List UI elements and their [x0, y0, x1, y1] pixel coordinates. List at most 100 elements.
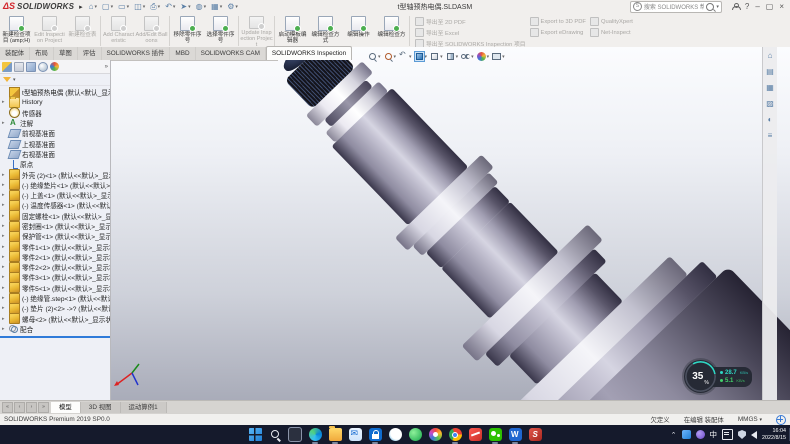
web-help-globe-icon[interactable] — [776, 415, 786, 425]
task-view-button[interactable] — [288, 428, 302, 442]
ribbon-button[interactable]: 编辑检查方式 — [309, 14, 342, 48]
zoom-area-icon[interactable]: ▾ — [384, 52, 397, 61]
graphics-area[interactable]: ▾ ▾ ▾ ▾ ▾ ▾ ▾ — [110, 47, 790, 400]
chrome-icon[interactable] — [448, 428, 462, 442]
expand-arrow-icon[interactable]: ▸ — [2, 264, 7, 270]
tray-app-blue-icon[interactable] — [682, 430, 691, 439]
export-button[interactable]: QualityXpert — [590, 17, 633, 26]
expand-arrow-icon[interactable]: ▸ — [2, 172, 7, 178]
color-wheel-app-icon[interactable] — [428, 428, 442, 442]
wechat-icon[interactable] — [488, 428, 502, 442]
scroll-prev-icon[interactable]: ‹ — [14, 402, 25, 413]
tree-item[interactable]: ▸ 密封圈<1> (默认<<默认>_显示状 — [0, 221, 110, 231]
minimize-button[interactable]: – — [755, 2, 759, 11]
display-style-icon[interactable]: ▾ — [446, 52, 459, 61]
open-file-icon[interactable]: ▭▾ — [116, 1, 131, 12]
login-user-icon[interactable] — [732, 3, 739, 10]
expand-arrow-icon[interactable]: ▸ — [2, 202, 7, 208]
tree-item[interactable]: ▸ 外壳 (2)<1> (默认<<默认>_显示状 — [0, 169, 110, 179]
expand-arrow-icon[interactable]: ▸ — [2, 182, 7, 188]
ribbon-button[interactable]: 启动模板编辑器 — [276, 14, 309, 48]
tray-expand-icon[interactable]: ⌃ — [671, 431, 677, 439]
scroll-first-icon[interactable]: « — [2, 402, 13, 413]
help-button[interactable]: ? — [745, 2, 749, 11]
expand-arrow-icon[interactable]: ▸ — [2, 254, 7, 260]
weather-cloud-icon[interactable] — [388, 428, 402, 442]
tree-item[interactable]: ▸ 零件5<1> (默认<<默认>_显示状态 — [0, 283, 110, 293]
expand-arrow-icon[interactable]: ▸ — [2, 233, 7, 239]
home-icon[interactable]: ⌂▾ — [87, 1, 99, 12]
solidworks-resources-icon[interactable]: ⌂ — [765, 51, 775, 61]
store-icon[interactable] — [368, 428, 382, 442]
view-settings-icon[interactable]: ▾ — [492, 52, 505, 61]
ribbon-button[interactable]: 编辑检查方 — [375, 14, 408, 48]
start-button[interactable] — [248, 428, 262, 442]
search-scope-icon[interactable]: S — [633, 2, 642, 11]
tree-item[interactable]: ▸ (-) 上盖<1> (默认<<默认>_显示状 — [0, 190, 110, 200]
options-icon[interactable]: ⚙▾ — [225, 1, 240, 12]
tree-item[interactable]: ▸ (-) 垫片 (2)<2> ->? (默认<<默认> — [0, 303, 110, 313]
expand-arrow-icon[interactable]: ▸ — [2, 223, 7, 229]
tree-item[interactable]: ▸ 配合 — [0, 324, 110, 334]
restore-button[interactable]: ▢ — [766, 2, 774, 11]
expand-arrow-icon[interactable]: ▸ — [2, 285, 7, 291]
search-icon[interactable] — [706, 3, 714, 11]
tree-item[interactable]: ▸ 零件3<1> (默认<<默认>_显示状 — [0, 272, 110, 282]
green-app-icon[interactable] — [408, 428, 422, 442]
menu-expand-arrow[interactable]: ▸ — [79, 3, 83, 11]
print-icon[interactable]: ⎙▾ — [148, 1, 162, 12]
tree-item[interactable]: ▸ 螺母<2> (默认<<默认>_显示状态 — [0, 314, 110, 324]
file-explorer-taskbar-icon[interactable] — [328, 428, 342, 442]
security-tray-icon[interactable] — [738, 430, 746, 439]
ime-mode-icon[interactable] — [722, 429, 733, 440]
tree-item[interactable]: ▸ 零件1<1> (默认<<默认>_显示状态 — [0, 241, 110, 251]
ribbon-tab[interactable]: SOLIDWORKS Inspection — [266, 46, 352, 60]
ribbon-button[interactable]: Add Characteristic — [102, 14, 135, 48]
ribbon-tab[interactable]: MBD — [170, 47, 195, 60]
hide-show-items-icon[interactable]: ▾ — [461, 52, 474, 61]
reader-app-icon[interactable] — [468, 428, 482, 442]
expand-arrow-icon[interactable]: ▸ — [2, 305, 7, 311]
filter-dropdown-arrow[interactable]: ▾ — [13, 77, 16, 83]
tree-item[interactable]: ▸ (-) 绝缘垫片<1> (默认<<默认>_显示 — [0, 180, 110, 190]
configuration-manager-tab-icon[interactable] — [26, 62, 36, 72]
ribbon-tab[interactable]: SOLIDWORKS 插件 — [102, 47, 171, 60]
wps-icon[interactable] — [508, 428, 522, 442]
tree-item[interactable]: ▸ 原点 — [0, 159, 110, 169]
ribbon-button[interactable]: Update Inspection Project — [240, 14, 273, 48]
rebuild-icon[interactable]: ◍▾ — [194, 1, 209, 12]
custom-properties-icon[interactable]: ≡ — [765, 131, 775, 141]
tree-item[interactable]: ▸ History — [0, 97, 110, 107]
volume-icon[interactable] — [751, 431, 757, 439]
tree-item[interactable]: ▸ 保护管<1> (默认<<默认>_显示状 — [0, 231, 110, 241]
export-button[interactable]: Net-Inspect — [590, 28, 633, 37]
tree-filter-row[interactable]: ▾ — [0, 74, 110, 86]
expand-arrow-icon[interactable]: ▸ — [2, 120, 7, 126]
tab-overflow-arrow[interactable]: » — [105, 64, 108, 70]
3d-model-assembly[interactable] — [180, 47, 790, 400]
expand-arrow-icon[interactable]: ▸ — [2, 192, 7, 198]
scroll-last-icon[interactable]: » — [38, 402, 49, 413]
ribbon-tab[interactable]: 评估 — [78, 47, 102, 60]
section-view-icon[interactable]: ▾ — [415, 52, 428, 61]
mail-icon[interactable] — [348, 428, 362, 442]
featuremanager-tree-tab-icon[interactable] — [2, 62, 12, 72]
network-speed-widget[interactable]: 35% 28.7KB/s 5.1KB/s — [684, 360, 752, 393]
tray-app-purple-icon[interactable] — [696, 430, 705, 439]
help-search-box[interactable]: S 搜索 SOLIDWORKS 帮助 ▾ — [630, 1, 722, 13]
close-button[interactable]: × — [779, 2, 784, 11]
export-button[interactable]: Export to 3D PDF — [530, 17, 586, 26]
search-dropdown-arrow[interactable]: ▾ — [716, 4, 719, 10]
tree-item[interactable]: ▸ 零件2<1> (默认<<默认>_显示状 — [0, 252, 110, 262]
view-palette-icon[interactable]: ▨ — [765, 99, 775, 109]
new-file-icon[interactable]: ▢▾ — [100, 1, 115, 12]
panel-splitter[interactable] — [0, 336, 110, 338]
scroll-next-icon[interactable]: › — [26, 402, 37, 413]
expand-arrow-icon[interactable]: ▸ — [2, 316, 7, 322]
tree-item[interactable]: ▸ 固定螺栓<1> (默认<<默认>_显示状 — [0, 211, 110, 221]
expand-arrow-icon[interactable]: ▸ — [2, 99, 7, 105]
tree-item[interactable]: ▸ (-) 绝缘管.step<1> (默认<<默认> — [0, 293, 110, 303]
status-units[interactable]: MMGS ▾ — [738, 416, 762, 423]
ribbon-button[interactable]: Add/Edit Balloons — [135, 14, 168, 48]
view-orientation-icon[interactable]: ▾ — [430, 52, 443, 61]
